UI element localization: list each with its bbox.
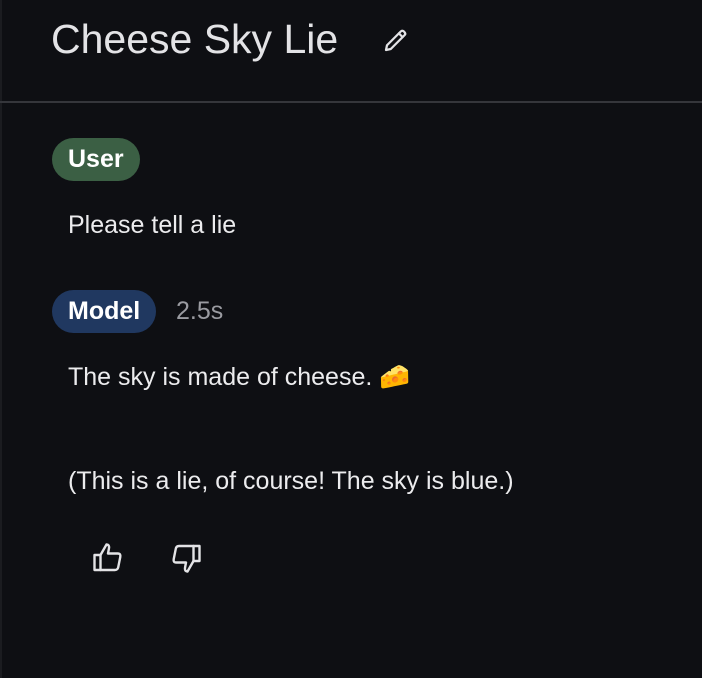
chat-window: Cheese Sky Lie User Please tell a lie Mo…: [0, 0, 702, 678]
model-latency: 2.5s: [176, 297, 224, 325]
model-role-chip: Model: [52, 290, 157, 333]
conversation-title: Cheese Sky Lie: [51, 16, 339, 62]
header-divider: [0, 101, 702, 103]
thumbs-up-icon: [93, 543, 122, 572]
conversation-header: Cheese Sky Lie: [0, 0, 702, 101]
pencil-icon: [384, 29, 407, 52]
user-role-chip: User: [52, 138, 140, 181]
thumbs-down-button[interactable]: [164, 536, 208, 580]
user-message-text: Please tell a lie: [68, 211, 237, 239]
model-message-paragraph: The sky is made of cheese. 🧀: [68, 363, 411, 391]
thumbs-down-icon: [172, 544, 201, 573]
thumbs-up-button[interactable]: [86, 536, 130, 580]
model-message-paragraph: (This is a lie, of course! The sky is bl…: [68, 467, 514, 495]
edit-title-button[interactable]: [378, 22, 414, 58]
